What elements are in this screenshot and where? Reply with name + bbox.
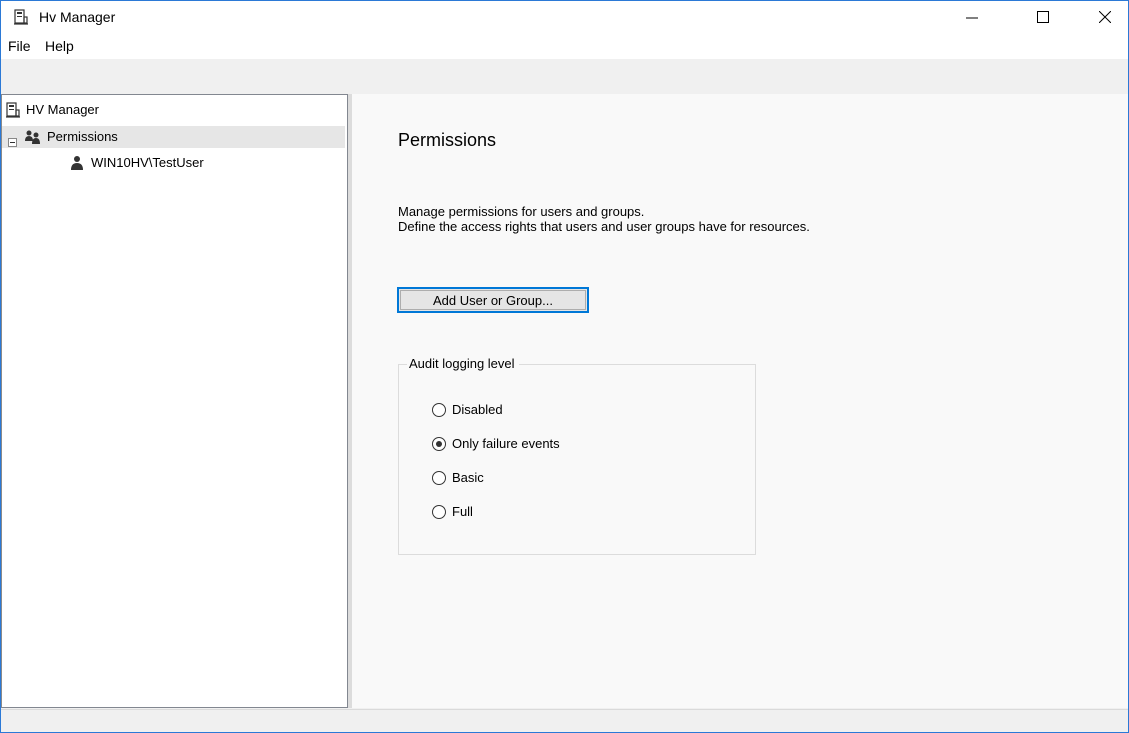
add-user-or-group-button[interactable]: Add User or Group... [397,287,589,313]
server-icon [13,9,29,25]
menu-file[interactable]: File [8,38,31,54]
window-title: Hv Manager [39,9,116,25]
app-window: Hv Manager File Help HV Manager Permissi… [0,0,1129,733]
tree-item-label: WIN10HV\TestUser [91,155,204,170]
users-icon [24,129,42,152]
radio-label: Only failure events [452,436,560,451]
description-line-1: Manage permissions for users and groups. [398,204,645,219]
tree-item-label: HV Manager [26,102,99,117]
details-pane: Permissions Manage permissions for users… [352,94,1128,708]
radio-label: Full [452,504,473,519]
radio-button[interactable] [432,505,446,519]
status-bar [1,709,1128,732]
audit-logging-group: Audit logging level Disabled Only failur… [398,356,756,555]
minimize-icon [966,17,978,19]
radio-button[interactable] [432,437,446,451]
title-bar[interactable]: Hv Manager [1,1,1128,33]
button-focus-rect [400,290,586,310]
radio-label: Basic [452,470,484,485]
tree-item-label: Permissions [47,129,118,144]
radio-button[interactable] [432,403,446,417]
radio-button[interactable] [432,471,446,485]
radio-label: Disabled [452,402,503,417]
menu-help[interactable]: Help [45,38,74,54]
user-icon [70,155,84,178]
description-line-2: Define the access rights that users and … [398,219,810,234]
page-title: Permissions [398,130,497,150]
maximize-button[interactable] [1020,1,1066,33]
server-icon [5,102,21,125]
close-icon [1099,11,1111,23]
minimize-button[interactable] [949,1,995,33]
maximize-icon [1037,11,1049,23]
collapse-icon[interactable] [8,132,17,154]
description: Manage permissions for users and groups.… [398,204,810,234]
close-button[interactable] [1082,1,1128,33]
menu-bar: File Help [1,33,1128,59]
audit-logging-legend: Audit logging level [407,356,519,371]
tree-item-permissions[interactable]: Permissions [2,126,345,148]
tree-item-hv-manager[interactable]: HV Manager [2,99,345,121]
tree-item-user[interactable]: WIN10HV\TestUser [2,152,345,174]
navigation-tree[interactable]: HV Manager Permissions WIN10HV\TestUser [1,94,348,708]
